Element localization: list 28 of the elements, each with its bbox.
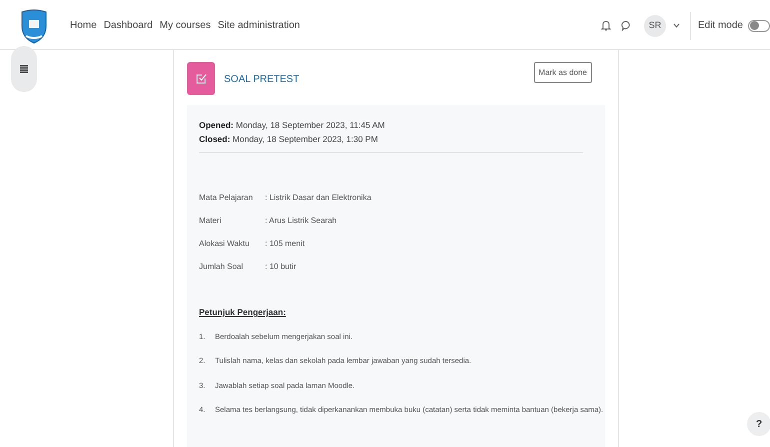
nav-link[interactable]: Dashboard xyxy=(104,18,153,33)
info-value: : 105 menit xyxy=(265,238,305,250)
list-icon xyxy=(20,65,28,73)
info-label: Alokasi Waktu xyxy=(199,238,250,250)
nav-link[interactable]: Home xyxy=(70,18,97,33)
checkbox-icon xyxy=(196,73,206,84)
nav-link[interactable]: My courses xyxy=(160,18,211,33)
info-value: : 10 butir xyxy=(265,261,296,273)
date-line: Opened: Monday, 18 September 2023, 11:45 AM xyxy=(199,119,386,132)
mark-as-done-button[interactable]: Mark as done xyxy=(534,62,592,83)
info-value: : Arus Listrik Searah xyxy=(265,215,337,227)
instructions-heading: Petunjuk Pengerjaan: xyxy=(199,306,287,319)
chat-icon[interactable] xyxy=(620,20,632,31)
help-button[interactable]: ? xyxy=(747,412,770,436)
bell-icon[interactable] xyxy=(600,20,611,31)
date-line: Closed: Monday, 18 September 2023, 1:30 PM xyxy=(199,133,379,146)
edit-mode-toggle[interactable] xyxy=(748,20,770,32)
info-label: Materi xyxy=(199,215,222,227)
nav-link[interactable]: Site administration xyxy=(218,18,300,33)
info-label: Jumlah Soal xyxy=(199,261,244,273)
activity-title: SOAL PRETEST xyxy=(224,73,300,87)
school-logo-icon[interactable] xyxy=(20,8,48,44)
info-label: Mata Pelajaran xyxy=(199,192,254,204)
drawer-toggle-button[interactable] xyxy=(11,46,37,92)
user-avatar[interactable]: SR xyxy=(644,14,666,36)
info-value: : Listrik Dasar dan Elektronika xyxy=(265,192,372,204)
caret-icon[interactable] xyxy=(672,23,680,28)
edit-mode-label: Edit mode xyxy=(698,19,743,33)
